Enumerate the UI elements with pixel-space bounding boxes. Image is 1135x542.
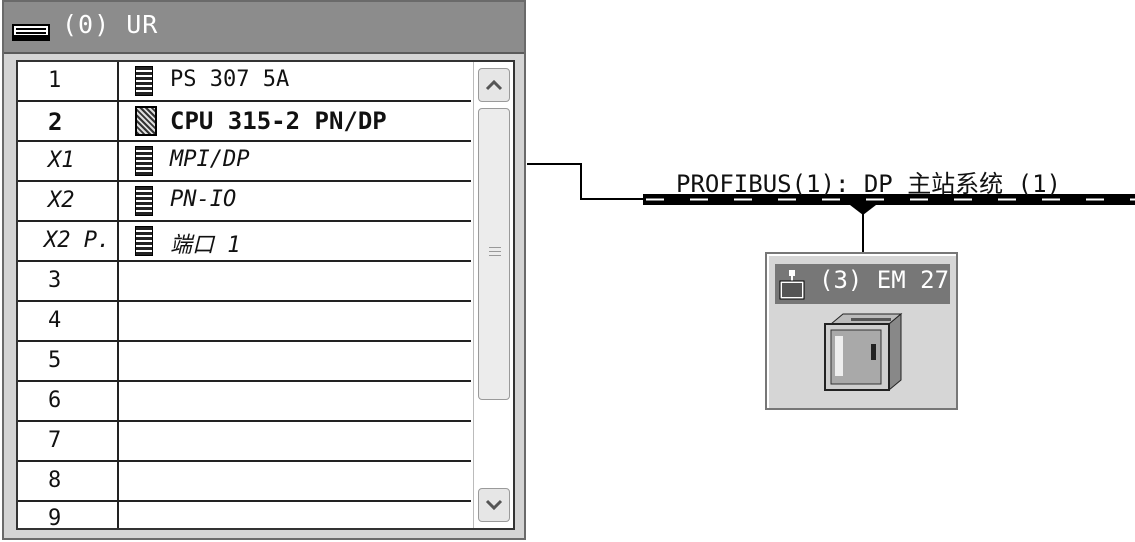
bus-connector-icon [850, 205, 876, 215]
station-title-bar: (3) EM 27 [775, 264, 950, 304]
rack-connection-line [527, 163, 645, 200]
station-title: (3) EM 27 [819, 266, 950, 294]
network-diagram [527, 163, 1135, 252]
bus-label[interactable]: PROFIBUS(1): DP 主站系统 (1) [676, 164, 1061, 199]
em-module-device-icon [824, 312, 903, 392]
dp-slave-icon [779, 270, 805, 300]
dp-slave-station[interactable]: (3) EM 27 [765, 252, 958, 410]
